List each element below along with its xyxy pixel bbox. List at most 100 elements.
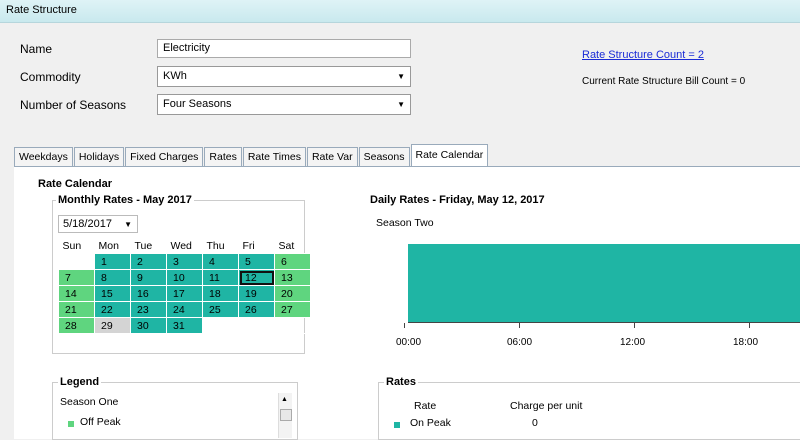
chevron-down-icon: ▼ xyxy=(397,100,405,109)
tab-rate-var[interactable]: Rate Var xyxy=(306,147,358,166)
calendar-day[interactable]: 4 xyxy=(202,253,239,270)
calendar-day[interactable]: 31 xyxy=(166,317,203,334)
window-title: Rate Structure xyxy=(6,4,77,16)
name-label: Name xyxy=(20,42,53,56)
axis-tick xyxy=(749,323,750,328)
calendar-day[interactable]: 25 xyxy=(202,301,239,318)
weekday-header: Thu xyxy=(206,239,225,252)
tab-rate-calendar[interactable]: Rate Calendar xyxy=(410,144,489,166)
calendar-day[interactable]: 13 xyxy=(274,269,311,286)
seasons-select[interactable]: Four Seasons ▼ xyxy=(157,94,411,115)
calendar-day[interactable]: 5 xyxy=(238,253,275,270)
rates-group xyxy=(378,382,800,440)
calendar-day[interactable]: 10 xyxy=(166,269,203,286)
calendar-week: 7 8 9 10 11 12 13 xyxy=(58,269,311,286)
calendar-day xyxy=(238,317,275,334)
tab-rates[interactable]: Rates xyxy=(204,147,242,166)
daily-axis-line xyxy=(408,322,800,323)
date-picker[interactable]: 5/18/2017 ▼ xyxy=(58,215,138,233)
calendar-week: 14 15 16 17 18 19 20 xyxy=(58,285,311,302)
legend-season: Season One xyxy=(60,396,119,408)
calendar-day[interactable]: 9 xyxy=(130,269,167,286)
daily-rates-title: Daily Rates - Friday, May 12, 2017 xyxy=(368,194,547,206)
calendar-day[interactable]: 30 xyxy=(130,317,167,334)
calendar-day[interactable]: 11 xyxy=(202,269,239,286)
calendar-day xyxy=(58,253,95,270)
axis-tick xyxy=(404,323,405,328)
calendar-day[interactable]: 7 xyxy=(58,269,95,286)
calendar-day[interactable]: 27 xyxy=(274,301,311,318)
monthly-rates-title: Monthly Rates - May 2017 xyxy=(56,194,194,206)
tab-rate-times[interactable]: Rate Times xyxy=(242,147,306,166)
rate-row-charge: 0 xyxy=(532,417,538,429)
weekday-header: Mon xyxy=(98,239,119,252)
calendar-day[interactable]: 21 xyxy=(58,301,95,318)
weekday-header: Sun xyxy=(62,239,82,252)
weekday-header: Wed xyxy=(170,239,192,252)
calendar-day[interactable]: 17 xyxy=(166,285,203,302)
tick-label: 06:00 xyxy=(507,337,533,348)
calendar-day[interactable]: 20 xyxy=(274,285,311,302)
calendar-week: 21 22 23 24 25 26 27 xyxy=(58,301,311,318)
date-value: 5/18/2017 xyxy=(63,218,112,230)
seasons-label: Number of Seasons xyxy=(20,98,127,112)
legend-group xyxy=(52,382,298,440)
rates-col-charge: Charge per unit xyxy=(510,400,583,412)
calendar-day[interactable]: 8 xyxy=(94,269,131,286)
scroll-up-icon[interactable]: ▲ xyxy=(281,396,288,403)
legend-item: Off Peak xyxy=(80,416,121,428)
tab-weekdays[interactable]: Weekdays xyxy=(14,147,73,166)
scroll-thumb[interactable] xyxy=(280,409,292,421)
tick-label: 12:00 xyxy=(620,337,646,348)
calendar-day[interactable]: 23 xyxy=(130,301,167,318)
calendar-day[interactable]: 28 xyxy=(58,317,95,334)
rates-col-rate: Rate xyxy=(414,400,437,412)
calendar-day xyxy=(202,317,239,334)
bill-count-text: Current Rate Structure Bill Count = 0 xyxy=(582,76,746,87)
tick-label: 18:00 xyxy=(733,337,759,348)
calendar-day[interactable]: 24 xyxy=(166,301,203,318)
legend-title: Legend xyxy=(58,376,102,388)
tab-fixed-charges[interactable]: Fixed Charges xyxy=(125,147,204,166)
weekday-header: Sat xyxy=(278,239,295,252)
rate-structure-count-link[interactable]: Rate Structure Count = 2 xyxy=(582,49,704,61)
calendar-day[interactable]: 19 xyxy=(238,285,275,302)
calendar-day[interactable]: 3 xyxy=(166,253,203,270)
rate-row-name: On Peak xyxy=(410,417,451,429)
weekday-header: Fri xyxy=(242,239,255,252)
rate-swatch xyxy=(394,422,400,428)
calendar-day[interactable]: 18 xyxy=(202,285,239,302)
legend-scrollbar[interactable]: ▲ xyxy=(278,393,292,438)
commodity-label: Commodity xyxy=(20,70,81,84)
month-calendar: Sun Mon Tue Wed Thu Fri Sat 1 2 3 4 5 6 7 8 9 10 11 12 13 1… xyxy=(58,238,311,334)
weekday-header: Tue xyxy=(134,239,153,252)
calendar-day[interactable]: 15 xyxy=(94,285,131,302)
legend-swatch xyxy=(68,421,74,427)
tab-holidays[interactable]: Holidays xyxy=(73,147,125,166)
calendar-day[interactable]: 22 xyxy=(94,301,131,318)
chevron-down-icon: ▼ xyxy=(124,220,132,229)
calendar-day[interactable]: 29 xyxy=(94,317,131,334)
calendar-week: 123456 xyxy=(58,253,311,270)
tick-label: 00:00 xyxy=(396,337,422,348)
calendar-day[interactable]: 14 xyxy=(58,285,95,302)
tab-seasons[interactable]: Seasons xyxy=(358,147,410,166)
name-input[interactable]: Electricity xyxy=(157,39,411,58)
commodity-select[interactable]: KWh ▼ xyxy=(157,66,411,87)
calendar-week: 28 29 30 31 xyxy=(58,317,311,334)
rate-calendar-title: Rate Calendar xyxy=(36,178,114,190)
calendar-day[interactable]: 26 xyxy=(238,301,275,318)
calendar-day[interactable]: 2 xyxy=(130,253,167,270)
calendar-day[interactable]: 1 xyxy=(94,253,131,270)
season-name: Season Two xyxy=(376,217,434,229)
calendar-day[interactable]: 6 xyxy=(274,253,311,270)
window-titlebar: Rate Structure xyxy=(0,0,800,23)
daily-rate-bar xyxy=(408,244,800,322)
tab-strip: Weekdays Holidays Fixed Charges Rates Ra… xyxy=(14,144,489,166)
calendar-day[interactable]: 16 xyxy=(130,285,167,302)
calendar-day[interactable]: 12 xyxy=(238,269,275,286)
calendar-day xyxy=(274,317,311,334)
rates-title: Rates xyxy=(384,376,418,388)
commodity-value: KWh xyxy=(163,70,187,82)
chevron-down-icon: ▼ xyxy=(397,72,405,81)
